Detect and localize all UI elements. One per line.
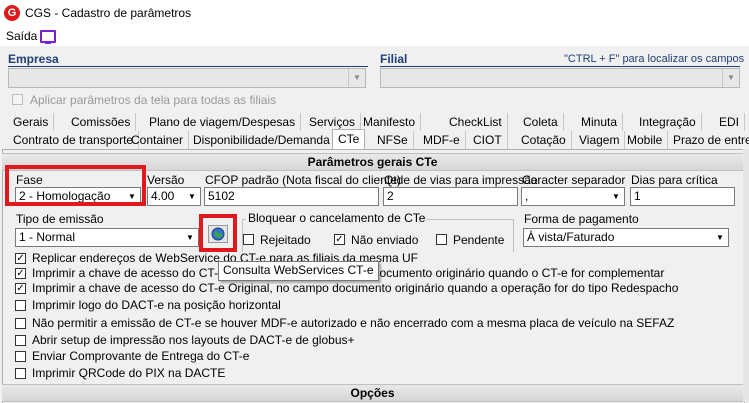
chevron-down-icon: ▼ <box>722 69 739 87</box>
tab-contrato-transporte[interactable]: Contrato de transporte <box>8 131 140 149</box>
webservice-tooltip: Consulta WebServices CT-e <box>218 261 379 281</box>
tab-edi[interactable]: EDI <box>714 113 746 131</box>
tab-nfse[interactable]: NFSe <box>372 131 414 149</box>
tab-plano-viagem[interactable]: Plano de viagem/Despesas <box>144 113 302 131</box>
filial-select[interactable]: ▼ <box>380 68 740 88</box>
tab-disponibilidade[interactable]: Disponibilidade/Demanda <box>188 131 336 149</box>
menu-bar <box>0 28 749 46</box>
tabs-row-2: Contrato de transporte Container Disponi… <box>4 129 749 150</box>
tab-ciot[interactable]: CIOT <box>468 131 508 149</box>
tab-viagem[interactable]: Viagem <box>574 131 626 149</box>
chevron-down-icon: ▼ <box>188 192 196 201</box>
tabs-row-1: Gerais Comissões Plano de viagem/Despesa… <box>4 113 746 131</box>
tab-gerais[interactable]: Gerais <box>8 113 55 131</box>
menu-saida[interactable]: Saída <box>6 29 37 43</box>
chevron-down-icon: ▼ <box>186 233 194 242</box>
logo-horizontal-label: Imprimir logo do DACT-e na posição horiz… <box>32 298 281 312</box>
tab-prazo-entrega[interactable]: Prazo de entreg <box>668 131 749 149</box>
tab-comissoes[interactable]: Comissões <box>66 113 137 131</box>
versao-select[interactable]: 4.00 ▼ <box>147 187 201 206</box>
mdfe-placa-label: Não permitir a emissão de CT-e se houver… <box>32 316 675 330</box>
nao-enviado-checkbox[interactable]: ✓ <box>334 234 345 245</box>
chevron-down-icon: ▼ <box>348 69 365 87</box>
replicar-checkbox[interactable]: ✓ <box>15 253 26 264</box>
logo-horizontal-checkbox[interactable] <box>15 300 26 311</box>
caracter-select[interactable]: , ▼ <box>521 187 625 206</box>
globe-icon <box>211 227 225 241</box>
caracter-label: Caracter separador <box>522 173 626 187</box>
tab-checklist[interactable]: CheckList <box>444 113 508 131</box>
tab-coleta[interactable]: Coleta <box>518 113 564 131</box>
tipo-emissao-value: 1 - Normal <box>19 230 76 244</box>
opcoes-header: Opções <box>2 384 743 402</box>
scrollbar[interactable] <box>743 149 749 402</box>
chave-complementar-checkbox[interactable]: ✓ <box>15 268 26 279</box>
tab-container[interactable]: Container <box>126 131 190 149</box>
rejeitado-checkbox[interactable] <box>243 234 254 245</box>
chave-redespacho-label: Imprimir a chave de acesso do CT-e Origi… <box>32 281 679 295</box>
dias-input[interactable]: 1 <box>630 187 735 206</box>
chave-redespacho-checkbox[interactable]: ✓ <box>15 283 26 294</box>
chevron-down-icon: ▼ <box>612 192 620 201</box>
search-hint: "CTRL + F" para localizar os campos <box>564 53 745 65</box>
apply-all-checkbox[interactable] <box>12 94 23 105</box>
tab-mobile[interactable]: Mobile <box>622 131 669 149</box>
qrcode-pix-label: Imprimir QRCode do PIX na DACTE <box>32 366 226 380</box>
comprovante-label: Enviar Comprovante de Entrega do CT-e <box>32 349 250 363</box>
tab-manifesto[interactable]: Manifesto <box>358 113 422 131</box>
forma-pagamento-select[interactable]: À vista/Faturado ▼ <box>523 228 729 247</box>
setup-impressao-checkbox[interactable] <box>15 335 26 346</box>
tab-cotacao[interactable]: Cotação <box>516 131 572 149</box>
filial-underline <box>380 66 740 67</box>
qtde-vias-label: Qtde de vias para impressão <box>384 173 538 187</box>
nao-enviado-label: Não enviado <box>351 233 419 247</box>
fase-highlight <box>5 165 146 206</box>
empresa-underline <box>8 66 368 67</box>
qtde-vias-input[interactable]: 2 <box>383 187 518 206</box>
caracter-value: , <box>525 189 529 203</box>
tab-minuta[interactable]: Minuta <box>576 113 624 131</box>
consulta-webservice-button[interactable] <box>208 225 228 243</box>
tab-mdfe[interactable]: MDF-e <box>418 131 466 149</box>
filial-label: Filial <box>380 52 408 66</box>
versao-value: 4.00 <box>151 189 175 203</box>
mdfe-placa-checkbox[interactable] <box>15 318 26 329</box>
tipo-emissao-select[interactable]: 1 - Normal ▼ <box>15 228 199 247</box>
window-title: CGS - Cadastro de parâmetros <box>25 6 192 20</box>
cfop-label: CFOP padrão (Nota fiscal do cliente) <box>205 173 401 187</box>
apply-all-label: Aplicar parâmetros da tela para todas as… <box>30 93 277 107</box>
tipo-emissao-label: Tipo de emissão <box>16 212 104 226</box>
tab-cte-active[interactable]: CTe <box>332 129 366 150</box>
forma-pagamento-label: Forma de pagamento <box>524 212 639 226</box>
chevron-down-icon: ▼ <box>716 233 724 242</box>
monitor-icon[interactable] <box>40 30 56 44</box>
qrcode-pix-checkbox[interactable] <box>15 368 26 379</box>
forma-pagamento-value: À vista/Faturado <box>527 230 615 244</box>
pendente-checkbox[interactable] <box>436 234 447 245</box>
empresa-label: Empresa <box>8 52 59 66</box>
empresa-select[interactable]: ▼ <box>8 68 366 88</box>
versao-label: Versão <box>147 173 185 187</box>
comprovante-checkbox[interactable] <box>15 351 26 362</box>
pendente-label: Pendente <box>453 233 505 247</box>
dias-label: Dias para crítica <box>631 173 718 187</box>
rejeitado-label: Rejeitado <box>260 233 311 247</box>
app-logo-icon: G <box>4 5 20 21</box>
setup-impressao-label: Abrir setup de impressão nos layouts de … <box>32 333 355 347</box>
cfop-input[interactable]: 5102 <box>204 187 379 206</box>
bloquear-label: Bloquear o cancelamento de CTe <box>246 211 428 225</box>
tab-integracao[interactable]: Integração <box>634 113 702 131</box>
